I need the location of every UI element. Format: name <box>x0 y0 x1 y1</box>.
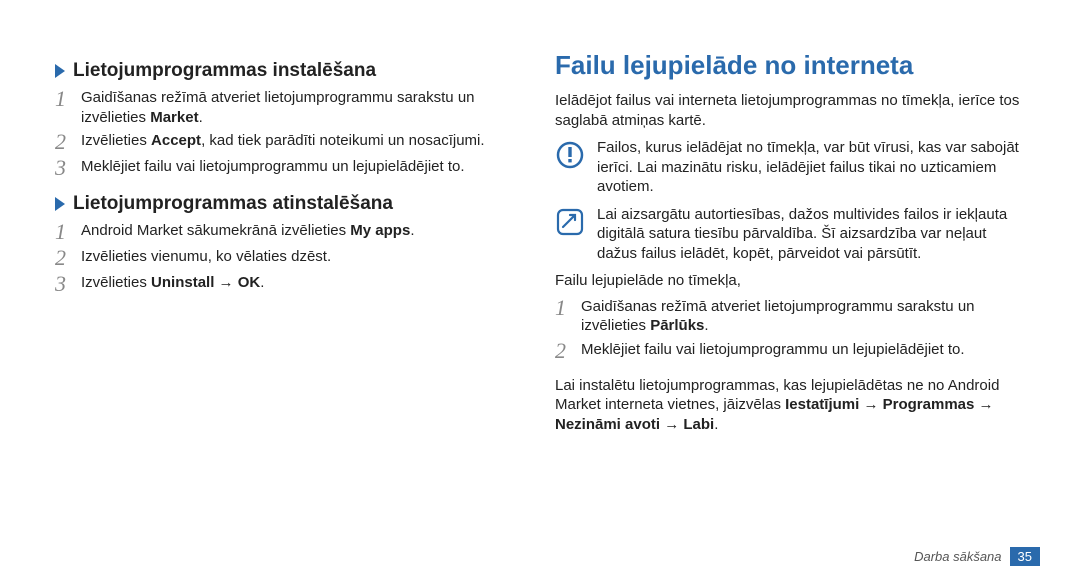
warning-callout: Failos, kurus ielādējat no tīmekļa, var … <box>555 138 1025 197</box>
step-number: 1 <box>555 297 581 319</box>
outro-text: Lai instalētu lietojumprogrammas, kas le… <box>555 376 1025 435</box>
note-text: Lai aizsargātu autortiesības, dažos mult… <box>597 205 1025 264</box>
bold: Uninstall <box>151 274 214 291</box>
bold: Pārlūks <box>650 317 704 334</box>
bold: Market <box>150 109 198 126</box>
bold: Nezināmi avoti <box>555 416 660 433</box>
sub-heading-install: Lietojumprogrammas instalēšana <box>55 60 525 82</box>
list-item: 1 Android Market sākumekrānā izvēlieties… <box>55 221 525 243</box>
uninstall-steps: 1 Android Market sākumekrānā izvēlieties… <box>55 221 525 295</box>
step-text: Izvēlieties vienumu, ko vēlaties dzēst. <box>81 247 525 267</box>
step-number: 2 <box>555 340 581 362</box>
text: Izvēlieties <box>81 274 151 291</box>
step-number: 1 <box>55 221 81 243</box>
text: . <box>410 222 414 239</box>
text: . <box>704 317 708 334</box>
step-number: 1 <box>55 88 81 110</box>
warning-icon <box>555 140 585 170</box>
download-label: Failu lejupielāde no tīmekļa, <box>555 271 1025 291</box>
step-text: Izvēlieties Accept, kad tiek parādīti no… <box>81 131 525 151</box>
text: Meklējiet failu vai lietojumprogrammu un… <box>581 341 965 358</box>
text: → <box>214 274 237 291</box>
text: , kad tiek parādīti noteikumi un nosacīj… <box>201 132 484 149</box>
text: Meklējiet failu vai lietojumprogrammu un… <box>81 158 465 175</box>
bold: Labi <box>683 416 714 433</box>
step-number: 3 <box>55 273 81 295</box>
step-text: Android Market sākumekrānā izvēlieties M… <box>81 221 525 241</box>
section-title: Failu lejupielāde no interneta <box>555 50 1025 81</box>
text: → <box>660 416 683 433</box>
step-text: Meklējiet failu vai lietojumprogrammu un… <box>581 340 1025 360</box>
step-text: Gaidīšanas režīmā atveriet lietojumprogr… <box>81 88 525 127</box>
bold: My apps <box>350 222 410 239</box>
step-number: 2 <box>55 131 81 153</box>
note-icon <box>555 207 585 237</box>
left-column: Lietojumprogrammas instalēšana 1 Gaidīša… <box>40 50 540 556</box>
footer-section-label: Darba sākšana <box>914 549 1001 564</box>
text: . <box>199 109 203 126</box>
chevron-icon <box>55 197 65 211</box>
step-number: 3 <box>55 157 81 179</box>
text: . <box>260 274 264 291</box>
list-item: 3 Meklējiet failu vai lietojumprogrammu … <box>55 157 525 179</box>
list-item: 2 Izvēlieties Accept, kad tiek parādīti … <box>55 131 525 153</box>
list-item: 2 Meklējiet failu vai lietojumprogrammu … <box>555 340 1025 362</box>
list-item: 3 Izvēlieties Uninstall → OK. <box>55 273 525 295</box>
note-callout: Lai aizsargātu autortiesības, dažos mult… <box>555 205 1025 264</box>
page-number: 35 <box>1010 547 1040 566</box>
page-footer: Darba sākšana 35 <box>914 547 1040 566</box>
sub-heading-install-text: Lietojumprogrammas instalēšana <box>73 60 376 82</box>
intro-text: Ielādējot failus vai interneta lietojump… <box>555 91 1025 130</box>
text: Gaidīšanas režīmā atveriet lietojumprogr… <box>581 298 975 335</box>
manual-page: Lietojumprogrammas instalēšana 1 Gaidīša… <box>0 0 1080 586</box>
warning-text: Failos, kurus ielādējat no tīmekļa, var … <box>597 138 1025 197</box>
download-steps: 1 Gaidīšanas režīmā atveriet lietojumpro… <box>555 297 1025 362</box>
install-steps: 1 Gaidīšanas režīmā atveriet lietojumpro… <box>55 88 525 179</box>
step-text: Meklējiet failu vai lietojumprogrammu un… <box>81 157 525 177</box>
list-item: 1 Gaidīšanas režīmā atveriet lietojumpro… <box>555 297 1025 336</box>
text: → <box>859 396 882 413</box>
text: Izvēlieties <box>81 132 151 149</box>
sub-heading-uninstall: Lietojumprogrammas atinstalēšana <box>55 193 525 215</box>
list-item: 1 Gaidīšanas režīmā atveriet lietojumpro… <box>55 88 525 127</box>
step-number: 2 <box>55 247 81 269</box>
right-column: Failu lejupielāde no interneta Ielādējot… <box>540 50 1040 556</box>
bold: Programmas <box>883 396 975 413</box>
bold: Accept <box>151 132 201 149</box>
text: . <box>714 416 718 433</box>
step-text: Gaidīšanas režīmā atveriet lietojumprogr… <box>581 297 1025 336</box>
chevron-icon <box>55 64 65 78</box>
bold: OK <box>238 274 261 291</box>
list-item: 2 Izvēlieties vienumu, ko vēlaties dzēst… <box>55 247 525 269</box>
text: Gaidīšanas režīmā atveriet lietojumprogr… <box>81 89 475 126</box>
text: Android Market sākumekrānā izvēlieties <box>81 222 350 239</box>
sub-heading-uninstall-text: Lietojumprogrammas atinstalēšana <box>73 193 393 215</box>
bold: Iestatījumi <box>785 396 859 413</box>
text: → <box>974 396 993 413</box>
step-text: Izvēlieties Uninstall → OK. <box>81 273 525 293</box>
text: Izvēlieties vienumu, ko vēlaties dzēst. <box>81 248 331 265</box>
